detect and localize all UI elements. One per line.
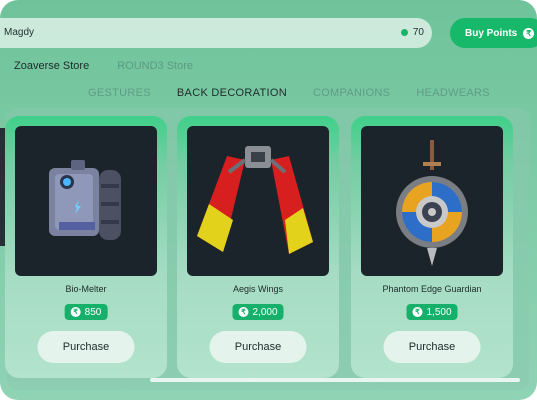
category-tabs: GESTURES BACK DECORATION COMPANIONS HEAD…	[88, 87, 490, 99]
tab-headwears[interactable]: HEADWEARS	[416, 87, 490, 99]
horizontal-scrollbar[interactable]	[150, 378, 520, 382]
buy-points-label: Buy Points	[465, 27, 518, 39]
username: Magdy	[4, 27, 35, 38]
store-tabs: Zoaverse Store ROUND3 Store	[14, 60, 193, 72]
coin-icon: ₹	[238, 307, 249, 317]
coin-icon: ₹	[412, 307, 423, 317]
price-value: 1,500	[426, 306, 452, 318]
price-value: 850	[84, 306, 102, 318]
tab-zoaverse-store[interactable]: Zoaverse Store	[14, 60, 89, 72]
coin-icon: ₹	[70, 307, 81, 317]
top-bar: Magdy 70	[0, 18, 432, 48]
points-display: 70	[400, 27, 424, 38]
price-value: 2,000	[252, 306, 278, 318]
purchase-button[interactable]: Purchase	[37, 331, 135, 363]
item-price: ₹ 850	[64, 304, 108, 320]
tab-companions[interactable]: COMPANIONS	[313, 87, 390, 99]
coin-icon: ₹	[523, 27, 535, 39]
tab-gestures[interactable]: GESTURES	[88, 87, 151, 99]
store-window: Magdy 70 Buy Points ₹ Zoaverse Store ROU…	[0, 0, 537, 400]
item-name: Aegis Wings	[232, 284, 284, 294]
purchase-button[interactable]: Purchase	[383, 331, 481, 363]
item-card-bio-melter[interactable]: Bio-Melter ₹ 850 Purchase	[5, 116, 167, 378]
tab-round3-store[interactable]: ROUND3 Store	[117, 60, 193, 72]
points-value: 70	[412, 27, 424, 38]
item-name: Bio-Melter	[65, 284, 107, 294]
purchase-button[interactable]: Purchase	[209, 331, 307, 363]
item-name: Phantom Edge Guardian	[382, 284, 482, 294]
item-price: ₹ 1,500	[406, 304, 458, 320]
item-card-phantom-edge-guardian[interactable]: Phantom Edge Guardian ₹ 1,500 Purchase	[351, 116, 513, 378]
item-price: ₹ 2,000	[232, 304, 284, 320]
bio-melter-image	[15, 126, 157, 276]
buy-points-button[interactable]: Buy Points ₹	[450, 18, 537, 48]
item-card-aegis-wings[interactable]: Aegis Wings ₹ 2,000 Purchase	[177, 116, 339, 378]
tab-back-decoration[interactable]: BACK DECORATION	[177, 87, 287, 99]
phantom-edge-guardian-image	[361, 126, 503, 276]
aegis-wings-image	[187, 126, 329, 276]
points-icon	[400, 29, 408, 36]
